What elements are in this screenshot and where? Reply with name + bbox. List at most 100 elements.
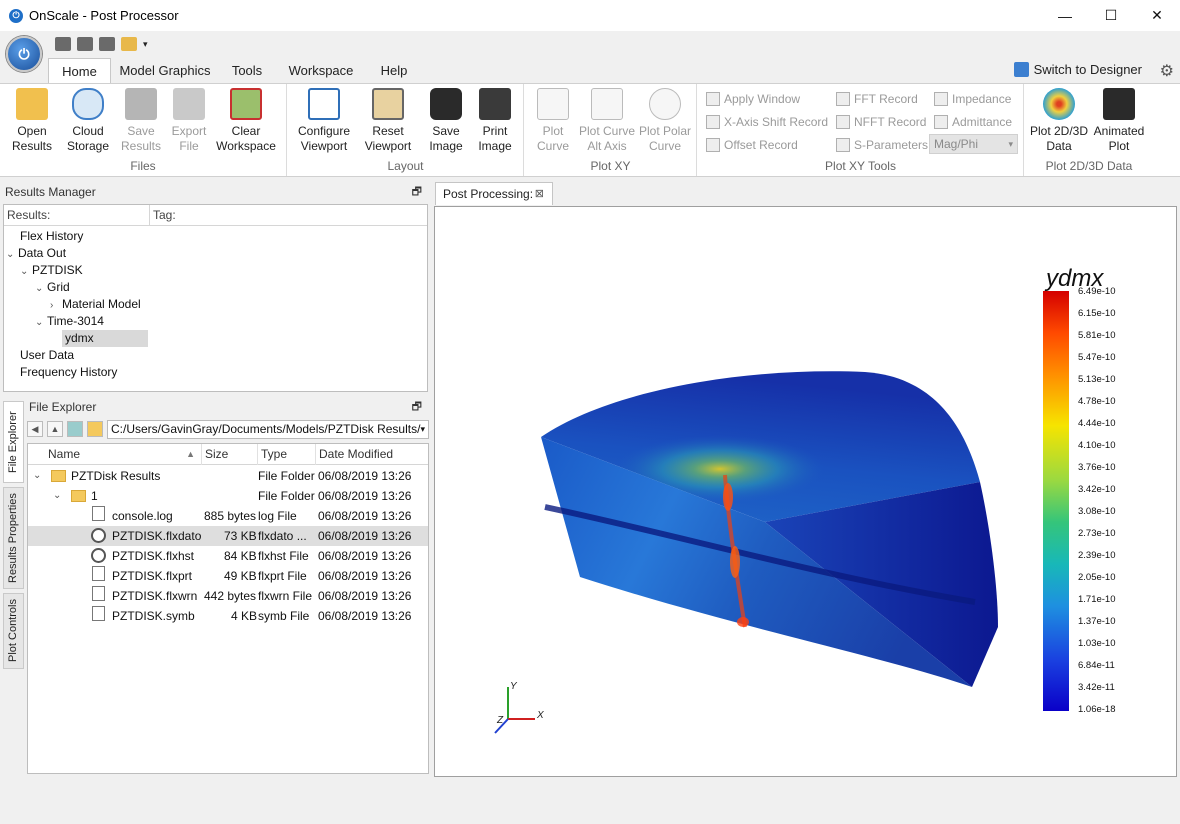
file-row[interactable]: PZTDISK.symb 4 KB symb File 06/08/2019 1… xyxy=(28,606,428,626)
save-icon[interactable] xyxy=(55,37,71,51)
configure-viewport-button[interactable]: Configure Viewport xyxy=(294,88,354,154)
chevron-down-icon[interactable]: ⌄ xyxy=(20,263,32,280)
chevron-down-icon: ▾ xyxy=(1008,139,1013,149)
float-panel-icon[interactable]: 🗗 xyxy=(412,397,422,418)
size-column-header[interactable]: Size xyxy=(202,444,258,465)
cloud-storage-button[interactable]: Cloud Storage xyxy=(64,88,112,154)
legend-tick-label: 1.03e-10 xyxy=(1078,638,1116,649)
tab-help[interactable]: Help xyxy=(374,58,414,83)
apply-window-button[interactable]: Apply Window xyxy=(706,92,800,106)
float-panel-icon[interactable]: 🗗 xyxy=(412,182,422,203)
fft-record-button[interactable]: FFT Record xyxy=(836,92,918,106)
chevron-down-icon[interactable]: ⌄ xyxy=(6,246,18,263)
save-image-label2: Image xyxy=(429,139,463,153)
close-icon[interactable]: ⊠ xyxy=(535,183,544,205)
legend-tick-label: 5.47e-10 xyxy=(1078,352,1116,363)
switch-to-designer-button[interactable]: Switch to Designer xyxy=(1013,62,1142,77)
name-column-header[interactable]: Name ▲ xyxy=(28,444,202,465)
admittance-button[interactable]: Admittance xyxy=(934,115,1012,129)
up-arrow-icon[interactable]: ▲ xyxy=(47,421,63,437)
legend-tick-label: 5.81e-10 xyxy=(1078,330,1116,341)
tab-file-explorer[interactable]: File Explorer xyxy=(3,401,24,483)
tab-model-graphics[interactable]: Model Graphics xyxy=(118,58,212,83)
tree-item-time-3014[interactable]: ⌄ Time-3014 xyxy=(35,313,104,330)
plot-polar-curve-button[interactable]: Plot Polar Curve xyxy=(637,88,693,154)
tab-home[interactable]: Home xyxy=(48,58,111,83)
close-button[interactable]: ✕ xyxy=(1134,0,1180,31)
offset-record-button[interactable]: Offset Record xyxy=(706,138,798,152)
tab-workspace[interactable]: Workspace xyxy=(284,58,358,83)
file-row[interactable]: PZTDISK.flxdato 73 KB flxdato ... 06/08/… xyxy=(28,526,428,546)
minimize-button[interactable]: — xyxy=(1042,0,1088,31)
file-name: PZTDISK.flxprt xyxy=(112,569,193,583)
tree-item-material-model[interactable]: › Material Model xyxy=(50,296,141,313)
file-row[interactable]: console.log 885 bytes log File 06/08/201… xyxy=(28,506,428,526)
plot-curve-alt-axis-button[interactable]: Plot Curve Alt Axis xyxy=(577,88,637,154)
file-row[interactable]: PZTDISK.flxprt 49 KB flxprt File 06/08/2… xyxy=(28,566,428,586)
save-image-label1: Save xyxy=(432,124,460,138)
tree-item-flex-history[interactable]: Flex History xyxy=(20,228,83,245)
file-size: 84 KB xyxy=(224,549,257,563)
chevron-down-icon[interactable]: ▾ xyxy=(420,421,425,438)
tree-item-pztdisk[interactable]: ⌄ PZTDISK xyxy=(20,262,83,279)
tag-column-header[interactable]: Tag: xyxy=(150,205,176,225)
layout-group: Configure Viewport Reset Viewport Save I… xyxy=(288,84,524,176)
impedance-button[interactable]: Impedance xyxy=(934,92,1011,106)
mag-phi-select[interactable]: Mag/Phi ▾ xyxy=(929,134,1018,154)
export-file-button[interactable]: Export File xyxy=(166,88,212,154)
tree-item-ydmx[interactable]: ydmx xyxy=(62,330,148,347)
print-icon[interactable] xyxy=(99,37,115,51)
file-row[interactable]: PZTDISK.flxwrn 442 bytes flxwrn File 06/… xyxy=(28,586,428,606)
tree-item-frequency-history[interactable]: Frequency History xyxy=(20,364,117,381)
results-column-header[interactable]: Results: xyxy=(4,205,150,225)
open-folder-icon[interactable] xyxy=(121,37,137,51)
render-viewport[interactable]: Y X Z ydmx 6.49e-10 6.15e-10 5.81e-10 5.47e… xyxy=(434,206,1177,777)
reset-viewport-button[interactable]: Reset Viewport xyxy=(360,88,416,154)
folder-icon[interactable] xyxy=(87,421,103,437)
configure-viewport-label2: Viewport xyxy=(300,139,348,153)
date-column-header[interactable]: Date Modified xyxy=(316,444,429,465)
open-results-button[interactable]: Open Results xyxy=(8,88,56,154)
print-image-button[interactable]: Print Image xyxy=(472,88,518,154)
file-row[interactable]: PZTDISK.flxhst 84 KB flxhst File 06/08/2… xyxy=(28,546,428,566)
s-parameters-button[interactable]: S-Parameters xyxy=(836,138,928,152)
plot-2d3d-data-button[interactable]: Plot 2D/3D Data xyxy=(1027,88,1091,154)
tab-tools[interactable]: Tools xyxy=(224,58,270,83)
export-icon[interactable] xyxy=(77,37,93,51)
chevron-right-icon[interactable]: › xyxy=(50,297,62,314)
tree-item-data-out[interactable]: ⌄ Data Out xyxy=(6,245,66,262)
clear-workspace-button[interactable]: Clear Workspace xyxy=(214,88,278,154)
chevron-down-icon[interactable]: ⌄ xyxy=(35,280,47,297)
file-name: PZTDISK.flxwrn xyxy=(112,589,198,603)
path-input[interactable]: C:/Users/GavinGray/Documents/Models/PZTD… xyxy=(107,419,429,439)
gear-icon[interactable]: ⚙ xyxy=(1160,61,1174,81)
type-column-header[interactable]: Type xyxy=(258,444,316,465)
maximize-button[interactable]: ☐ xyxy=(1088,0,1134,31)
file-row[interactable]: ⌄ PZTDisk Results File Folder 06/08/2019… xyxy=(28,466,428,486)
chevron-down-icon[interactable]: ⌄ xyxy=(33,466,41,486)
tree-item-grid[interactable]: ⌄ Grid xyxy=(35,279,70,296)
quick-access-dropdown-icon[interactable]: ▾ xyxy=(143,37,153,51)
plot-curve-button[interactable]: Plot Curve xyxy=(531,88,575,154)
plot-xy-tools-group: Apply Window X-Axis Shift Record Offset … xyxy=(698,84,1024,176)
chevron-down-icon[interactable]: ⌄ xyxy=(35,314,47,331)
back-arrow-icon[interactable]: ◀ xyxy=(27,421,43,437)
results-header-row: Results: Tag: xyxy=(4,205,427,226)
legend-tick-label: 3.42e-11 xyxy=(1078,682,1115,693)
nfft-record-button[interactable]: NFFT Record xyxy=(836,115,926,129)
save-results-button[interactable]: Save Results xyxy=(118,88,164,154)
tab-plot-controls[interactable]: Plot Controls xyxy=(3,593,24,669)
tree-item-user-data[interactable]: User Data xyxy=(20,347,74,364)
tab-results-properties[interactable]: Results Properties xyxy=(3,487,24,589)
reset-viewport-label1: Reset xyxy=(372,124,404,138)
file-name: PZTDisk Results xyxy=(71,469,161,483)
tab-post-processing[interactable]: Post Processing: ⊠ xyxy=(435,182,553,205)
file-row[interactable]: ⌄ 1 File Folder 06/08/2019 13:26 xyxy=(28,486,428,506)
new-folder-icon[interactable] xyxy=(67,421,83,437)
legend-tick-label: 3.76e-10 xyxy=(1078,462,1116,473)
hotspot xyxy=(730,546,740,578)
save-image-button[interactable]: Save Image xyxy=(422,88,470,154)
animated-plot-button[interactable]: Animated Plot xyxy=(1091,88,1147,154)
chevron-down-icon[interactable]: ⌄ xyxy=(53,486,61,506)
x-axis-shift-record-button[interactable]: X-Axis Shift Record xyxy=(706,115,828,129)
